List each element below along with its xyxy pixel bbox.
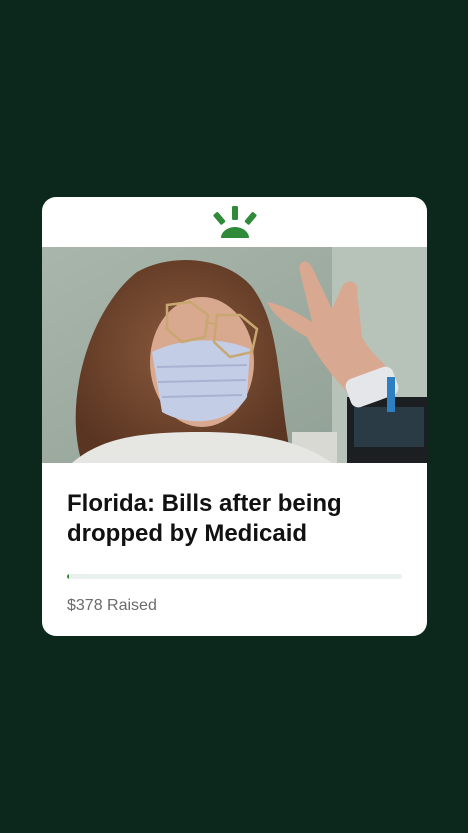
card-content: Florida: Bills after being dropped by Me… xyxy=(42,463,427,615)
fundraiser-card[interactable]: Florida: Bills after being dropped by Me… xyxy=(42,197,427,636)
progress-fill xyxy=(67,574,69,579)
campaign-title[interactable]: Florida: Bills after being dropped by Me… xyxy=(67,489,402,549)
gofundme-sun-icon xyxy=(205,205,265,239)
campaign-photo[interactable] xyxy=(42,247,427,463)
progress-bar xyxy=(67,574,402,579)
card-header xyxy=(42,197,427,247)
amount-raised: $378 Raised xyxy=(67,597,157,614)
